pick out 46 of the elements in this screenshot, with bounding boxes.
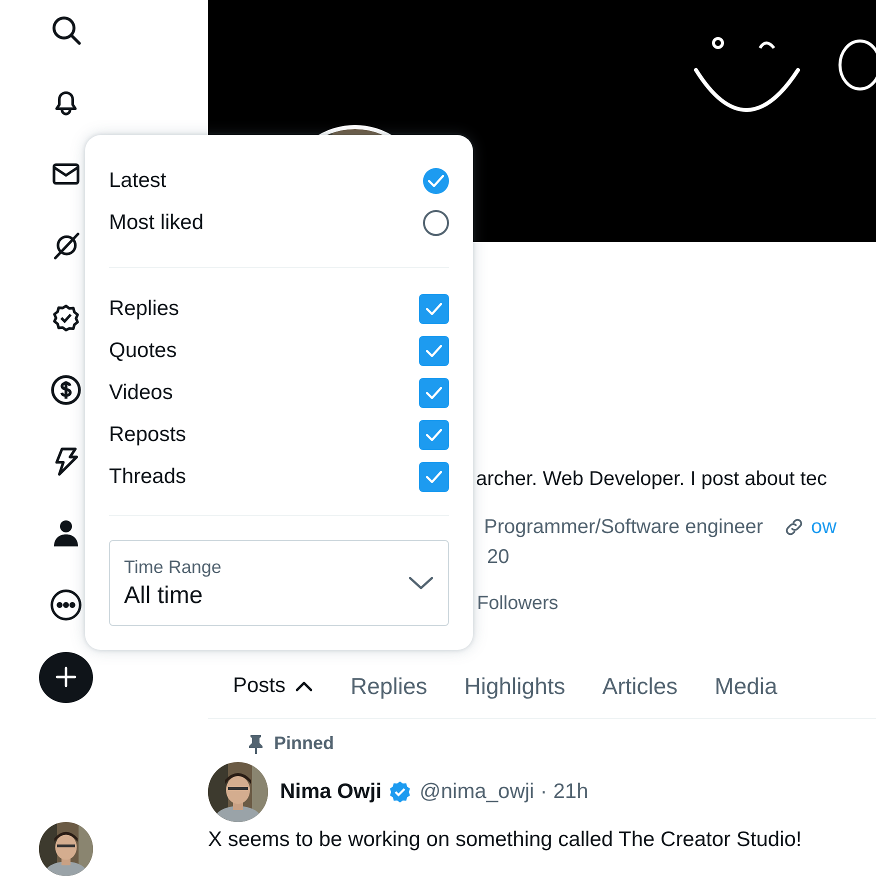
- more-icon[interactable]: [49, 588, 83, 622]
- profile-tab[interactable]: Highlights: [464, 672, 566, 700]
- time-range-label: Time Range: [124, 556, 222, 578]
- checkmark-icon: [425, 470, 443, 484]
- filter-option[interactable]: Reposts: [109, 423, 186, 447]
- time-range-select[interactable]: Time Range All time: [109, 540, 449, 626]
- author-name[interactable]: Nima Owji: [280, 780, 382, 804]
- sort-option[interactable]: Most liked: [109, 211, 204, 235]
- verified-badge-icon[interactable]: [50, 302, 82, 334]
- pin-icon: [248, 734, 264, 754]
- followers-count[interactable]: Followers: [477, 589, 558, 619]
- joined-date: 20: [487, 545, 510, 570]
- chevron-down-icon[interactable]: [408, 575, 434, 591]
- search-icon[interactable]: [50, 14, 82, 46]
- time-range-value: All time: [124, 582, 204, 610]
- dollar-icon[interactable]: [49, 372, 83, 407]
- profile-tab[interactable]: Articles: [602, 672, 678, 700]
- profile-tab[interactable]: Posts: [233, 674, 314, 698]
- sort-option[interactable]: Latest: [109, 169, 166, 193]
- post-time[interactable]: 21h: [553, 780, 588, 804]
- radio-button[interactable]: [423, 210, 449, 236]
- checkbox[interactable]: [419, 378, 449, 408]
- checkbox[interactable]: [419, 294, 449, 324]
- separator: ·: [540, 780, 548, 804]
- checkmark-icon: [425, 428, 443, 442]
- pinned-label: Pinned: [274, 733, 334, 754]
- filter-option[interactable]: Videos: [109, 381, 173, 405]
- filter-option[interactable]: Quotes: [109, 339, 177, 363]
- caret-icon[interactable]: [294, 679, 314, 693]
- checkbox[interactable]: [419, 462, 449, 492]
- post-text: X seems to be working on something called The Creator Studio!: [208, 828, 802, 852]
- author-handle[interactable]: @nima_owji: [420, 780, 534, 804]
- checkmark-icon: [425, 302, 443, 316]
- filter-option[interactable]: Threads: [109, 465, 186, 489]
- profession-text: Programmer/Software engineer: [484, 515, 764, 540]
- profile-bio: archer. Web Developer. I post about tec: [476, 467, 827, 492]
- profile-tab[interactable]: Replies: [350, 672, 428, 700]
- profile-tab[interactable]: Media: [714, 672, 778, 700]
- checkbox[interactable]: [419, 336, 449, 366]
- checkmark-icon: [425, 344, 443, 358]
- checkmark-icon: [425, 386, 443, 400]
- radio-button[interactable]: [423, 168, 449, 194]
- checkbox[interactable]: [419, 420, 449, 450]
- checkmark-icon: [427, 174, 445, 188]
- plus-icon[interactable]: [54, 665, 78, 690]
- filter-option[interactable]: Replies: [109, 297, 180, 321]
